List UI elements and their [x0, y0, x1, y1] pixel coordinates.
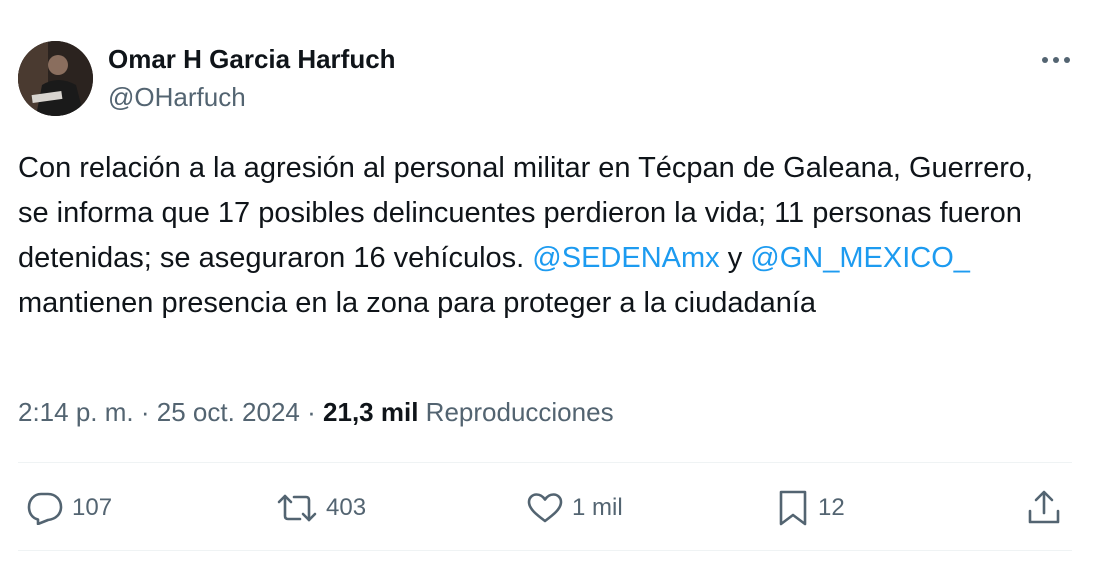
share-icon	[1028, 490, 1060, 524]
action-bar: 107 403 1 mil 12	[0, 478, 1104, 538]
repost-button[interactable]: 403	[276, 486, 366, 530]
avatar-image	[18, 41, 93, 116]
tweet-text-part: mantienen presencia en la zona para prot…	[18, 287, 817, 319]
heart-icon	[527, 493, 563, 523]
divider	[18, 462, 1072, 463]
bookmark-count: 12	[818, 494, 845, 521]
tweet-text: Con relación a la agresión al personal m…	[18, 146, 1068, 326]
like-button[interactable]: 1 mil	[526, 486, 623, 530]
reply-button[interactable]: 107	[26, 486, 112, 530]
tweet-card: Omar H Garcia Harfuch @OHarfuch Con rela…	[0, 0, 1104, 563]
avatar[interactable]	[18, 41, 93, 116]
repost-count: 403	[326, 494, 367, 521]
mention-gn-mexico-link[interactable]: @GN_MEXICO_	[750, 242, 970, 274]
like-count: 1 mil	[572, 494, 623, 521]
tweet-date[interactable]: 25 oct. 2024	[157, 397, 300, 427]
bookmark-icon	[779, 490, 807, 526]
tweet-time[interactable]: 2:14 p. m.	[18, 397, 134, 427]
tweet-text-part: y	[719, 242, 751, 274]
reply-count: 107	[72, 494, 113, 521]
views-count[interactable]: 21,3 mil	[323, 397, 418, 427]
meta-separator: ·	[307, 397, 316, 427]
bookmark-button[interactable]: 12	[776, 486, 845, 530]
more-options-button[interactable]	[1036, 46, 1076, 74]
reply-icon	[27, 492, 63, 525]
meta-separator: ·	[140, 397, 150, 427]
share-button[interactable]	[1026, 486, 1062, 530]
mention-sedenamx-link[interactable]: @SEDENAmx	[532, 242, 719, 274]
more-dots-icon	[1042, 57, 1070, 63]
tweet-meta: 2:14 p. m. · 25 oct. 2024 · 21,3 mil Rep…	[18, 397, 614, 428]
divider	[18, 550, 1072, 551]
views-label[interactable]: Reproducciones	[426, 397, 614, 427]
repost-icon	[277, 494, 317, 522]
author-handle[interactable]: @OHarfuch	[108, 82, 246, 113]
author-name[interactable]: Omar H Garcia Harfuch	[108, 44, 396, 75]
